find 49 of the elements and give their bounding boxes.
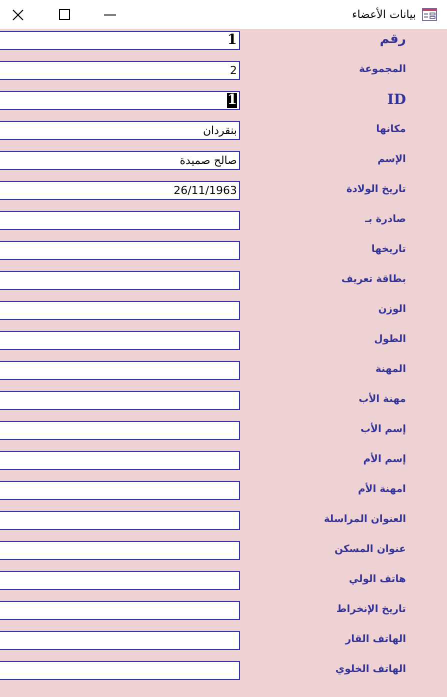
input-field[interactable] [0, 511, 240, 530]
input-field[interactable]: 1 [0, 91, 240, 110]
input-field[interactable] [0, 601, 240, 620]
field-label: تاريخها [371, 243, 406, 257]
field-label: عنوان المسكن [334, 543, 406, 557]
input-field[interactable] [0, 451, 240, 470]
field-label: مكانها [376, 123, 406, 137]
field-label: إسم الأم [363, 452, 406, 467]
field-label: المهنة [375, 363, 406, 377]
input-field[interactable] [0, 331, 240, 350]
minimize-icon [104, 14, 116, 16]
field-label: تاريخ الولادة [346, 183, 406, 197]
input-field[interactable] [0, 571, 240, 590]
input-field[interactable] [0, 301, 240, 320]
field-label: المجموعة [359, 63, 406, 77]
field-label: صادرة بـ [365, 213, 406, 227]
field-label: الهاتف الخلوي [335, 663, 406, 677]
field-label: مهنة الأب [358, 392, 406, 407]
input-field[interactable]: 26/11/1963 [0, 181, 240, 200]
field-label: ID [387, 92, 406, 108]
field-label: تاريخ الإنخراط [336, 603, 406, 617]
input-field[interactable] [0, 391, 240, 410]
field-label: هاتف الولي [348, 573, 406, 587]
input-field[interactable] [0, 661, 240, 680]
input-field[interactable]: صالح صميدة [0, 151, 240, 170]
field-label: إسم الأب [360, 422, 406, 437]
input-field[interactable] [0, 541, 240, 560]
input-field[interactable]: 2 [0, 61, 240, 80]
field-label: الإسم [377, 153, 406, 167]
input-field[interactable] [0, 271, 240, 290]
input-field[interactable] [0, 211, 240, 230]
field-label: الطول [374, 333, 406, 347]
field-label: رقم [380, 32, 406, 48]
input-field[interactable] [0, 241, 240, 260]
close-icon [12, 8, 24, 20]
input-field[interactable]: 1 [0, 31, 240, 50]
input-field[interactable] [0, 631, 240, 650]
input-field[interactable]: بنقردان [0, 121, 240, 140]
field-label: الهاتف القار [345, 633, 406, 647]
input-field[interactable] [0, 421, 240, 440]
field-label: امهنة الأم [358, 482, 406, 497]
input-field[interactable] [0, 481, 240, 500]
window-title: بيانات الأعضاء [352, 8, 416, 21]
input-field[interactable] [0, 361, 240, 380]
maximize-icon [58, 9, 70, 20]
field-label: بطاقة تعريف [341, 273, 406, 287]
form-icon [422, 8, 437, 21]
field-label: العنوان المراسلة [324, 513, 406, 527]
field-label: الوزن [378, 303, 406, 317]
